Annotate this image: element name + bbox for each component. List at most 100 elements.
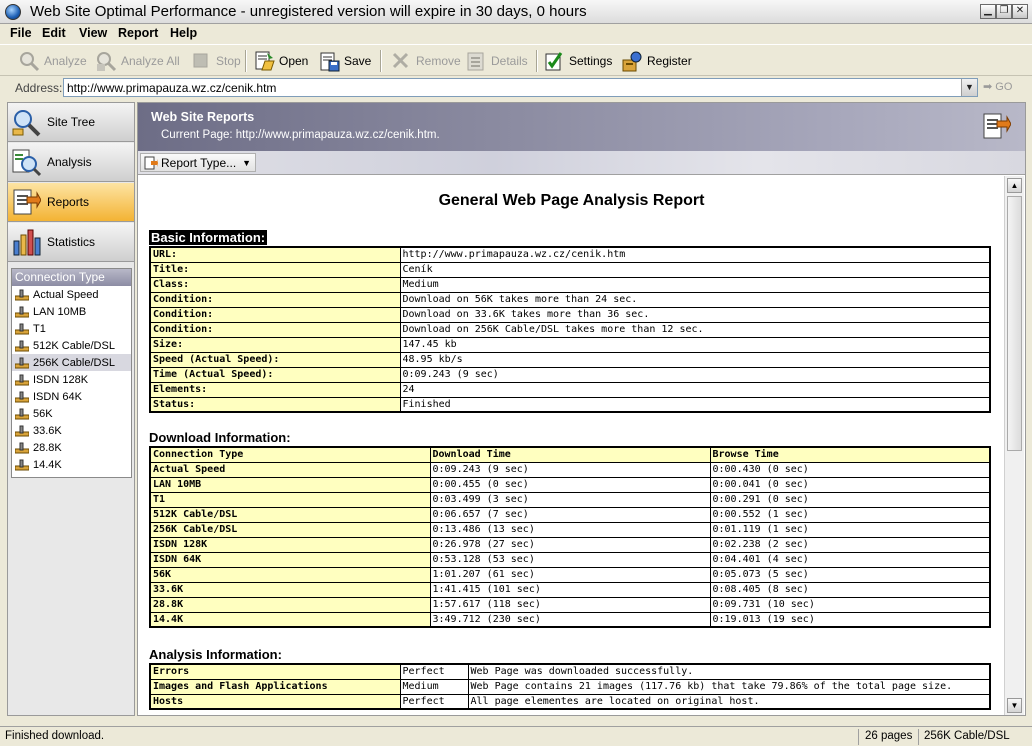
connection-label: 256K Cable/DSL (33, 356, 115, 369)
maximize-button[interactable]: ❐ (996, 4, 1012, 19)
connection-item[interactable]: 14.4K (12, 456, 131, 473)
table-row: ISDN 64K 0:53.128 (53 sec) 0:04.401 (4 sec… (149, 551, 991, 568)
table-cell: 0:00.455 (0 sec) (429, 476, 711, 493)
open-document-icon (253, 50, 275, 72)
status-message: Finished download. (5, 730, 105, 742)
connection-label: Actual Speed (33, 288, 99, 301)
connection-label: ISDN 128K (33, 373, 89, 386)
scroll-down-button[interactable]: ▼ (1007, 698, 1022, 713)
report-type-dropdown[interactable]: Report Type... ▼ (140, 153, 257, 172)
table-cell: 0:53.128 (53 sec) (429, 551, 711, 568)
scroll-up-button[interactable]: ▲ (1007, 178, 1022, 193)
menu-help[interactable]: Help (170, 26, 197, 40)
analyze-button[interactable]: Analyze (18, 49, 87, 73)
minimize-button[interactable]: ▁ (980, 4, 996, 19)
report-document-icon (981, 111, 1012, 141)
table-cell: http://www.primapauza.wz.cz/cenik.htm (399, 246, 991, 263)
connection-item[interactable]: 256K Cable/DSL (12, 354, 131, 371)
report-type-label: Report Type... (161, 155, 237, 170)
menu-file[interactable]: File (10, 26, 32, 40)
nav-reports[interactable]: Reports (8, 183, 134, 222)
magnifier-icon (18, 50, 40, 72)
settings-button[interactable]: Settings (543, 49, 612, 73)
table-cell: 0:09.243 (9 sec) (399, 366, 991, 383)
nav-statistics[interactable]: Statistics (8, 223, 134, 262)
magnifier-multi-icon (95, 50, 117, 72)
go-button[interactable]: ➡ GO (983, 80, 1012, 93)
reports-icon (11, 187, 42, 217)
table-row: Condition: Download on 256K Cable/DSL tak… (149, 321, 991, 338)
settings-label: Settings (569, 54, 613, 68)
menu-view[interactable]: View (79, 26, 107, 40)
table-cell: 0:08.405 (8 sec) (709, 581, 991, 598)
report-content: General Web Page Analysis Report Basic I… (138, 176, 1005, 715)
menu-edit[interactable]: Edit (42, 26, 66, 40)
table-cell: Condition: (149, 306, 401, 323)
open-button[interactable]: Open (253, 49, 308, 73)
statistics-bar-chart-icon (11, 227, 41, 257)
connection-icon (14, 459, 30, 471)
analysis-info-table: Errors Perfect Web Page was downloaded suc… (149, 663, 991, 710)
table-cell: Download on 256K Cable/DSL takes more th… (399, 321, 991, 338)
connection-item[interactable]: ISDN 128K (12, 371, 131, 388)
table-cell: Class: (149, 276, 401, 293)
table-row: Class: Medium (149, 276, 991, 293)
connection-item[interactable]: 28.8K (12, 439, 131, 456)
remove-x-icon (390, 50, 412, 72)
connection-item[interactable]: Actual Speed (12, 286, 131, 303)
scroll-thumb[interactable] (1007, 196, 1022, 451)
address-bar: Address: ▼ ➡ GO (0, 77, 1032, 99)
table-cell: Finished (399, 396, 991, 413)
nav-analysis[interactable]: Analysis (8, 143, 134, 182)
nav-site-tree[interactable]: Site Tree (8, 103, 134, 142)
table-row: Errors Perfect Web Page was downloaded suc… (149, 663, 991, 680)
table-cell: 48.95 kb/s (399, 351, 991, 368)
table-cell: Perfect (399, 693, 469, 710)
connection-item[interactable]: 512K Cable/DSL (12, 337, 131, 354)
table-cell: Condition: (149, 291, 401, 308)
status-connection: 256K Cable/DSL (924, 730, 1010, 742)
connection-item[interactable]: ISDN 64K (12, 388, 131, 405)
nav-analysis-label: Analysis (47, 155, 92, 169)
table-cell: 0:03.499 (3 sec) (429, 491, 711, 508)
details-button[interactable]: Details (465, 49, 528, 73)
address-input[interactable] (63, 78, 978, 97)
table-cell: 56K (149, 566, 431, 583)
connection-item[interactable]: 56K (12, 405, 131, 422)
menu-report[interactable]: Report (118, 26, 158, 40)
register-button[interactable]: Register (621, 49, 692, 73)
go-label: GO (995, 81, 1013, 93)
table-cell: 3:49.712 (230 sec) (429, 611, 711, 628)
chevron-down-icon: ▼ (242, 157, 252, 168)
table-cell: Web Page contains 21 images (117.76 kb) … (467, 678, 991, 695)
connection-type-header: Connection Type (12, 269, 131, 286)
details-icon (465, 50, 487, 72)
analyze-all-button[interactable]: Analyze All (95, 49, 180, 73)
table-cell: 28.8K (149, 596, 431, 613)
toolbar-separator (380, 50, 382, 72)
table-cell: Perfect (399, 663, 469, 680)
connection-item[interactable]: LAN 10MB (12, 303, 131, 320)
table-cell: 0:06.657 (7 sec) (429, 506, 711, 523)
connection-item[interactable]: T1 (12, 320, 131, 337)
table-cell: 0:02.238 (2 sec) (709, 536, 991, 553)
address-dropdown-button[interactable]: ▼ (961, 79, 977, 96)
connection-items: Actual Speed LAN 10MB T1 512K Cable/DSL 256K… (12, 286, 131, 473)
connection-label: 512K Cable/DSL (33, 339, 115, 352)
table-row: Elements: 24 (149, 381, 991, 398)
connection-label: LAN 10MB (33, 305, 87, 318)
connection-label: 33.6K (33, 424, 62, 437)
toolbar-separator (536, 50, 538, 72)
close-button[interactable]: ✕ (1012, 4, 1028, 19)
remove-button[interactable]: Remove (390, 49, 461, 73)
vertical-scrollbar[interactable]: ▲ ▼ (1004, 176, 1024, 715)
table-cell: ISDN 128K (149, 536, 431, 553)
save-button[interactable]: Save (318, 49, 371, 73)
table-row: 14.4K 3:49.712 (230 sec) 0:19.013 (19 sec) (149, 611, 991, 628)
connection-label: 14.4K (33, 458, 62, 471)
stop-button[interactable]: Stop (190, 49, 241, 73)
table-cell: Web Page was downloaded successfully. (467, 663, 991, 680)
app-globe-icon (5, 4, 21, 20)
connection-item[interactable]: 33.6K (12, 422, 131, 439)
app-window: Web Site Optimal Performance - unregiste… (0, 0, 1032, 746)
